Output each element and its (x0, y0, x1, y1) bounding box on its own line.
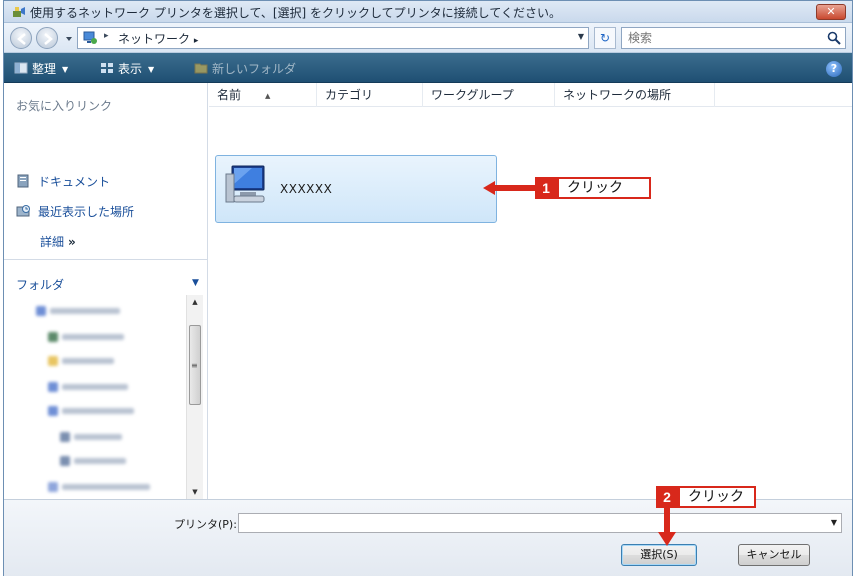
network-computer-item[interactable]: XXXXXX (215, 155, 497, 223)
back-arrow-icon (17, 33, 26, 45)
bottom-panel: プリンタ(P): ▼ 選択(S) キャンセル (4, 499, 852, 576)
sidebar-item-label: 最近表示した場所 (38, 205, 135, 219)
printer-field[interactable] (243, 514, 823, 532)
column-header-workgroup[interactable]: ワークグループ (423, 83, 555, 107)
scroll-up-icon[interactable]: ▲ (187, 295, 203, 309)
select-button[interactable]: 選択(S) (621, 544, 697, 566)
views-label: 表示 (118, 62, 143, 76)
search-input[interactable] (628, 30, 818, 46)
address-bar[interactable]: ▸ ネットワーク ▸ ▼ (77, 27, 589, 49)
printer-field-label: プリンタ(P): (174, 518, 237, 531)
close-button[interactable]: ✕ (816, 4, 846, 20)
refresh-icon: ↻ (599, 31, 611, 45)
dialog-title: 使用するネットワーク プリンタを選択して、[選択] をクリックしてプリンタに接続… (30, 6, 561, 20)
network-computer-icon (225, 165, 265, 203)
organize-menu[interactable]: 整理 ▼ (14, 60, 68, 76)
forward-arrow-icon (44, 33, 53, 45)
network-printer-icon (13, 7, 25, 17)
title-bar: 使用するネットワーク プリンタを選択して、[選択] をクリックしてプリンタに接続… (4, 1, 852, 23)
folders-heading[interactable]: フォルダ (16, 276, 64, 293)
cancel-button[interactable]: キャンセル (738, 544, 810, 566)
column-header-label: カテゴリ (325, 88, 374, 102)
column-headers: 名前 ▲ カテゴリ ワークグループ ネットワークの場所 (209, 83, 852, 107)
column-header-label: 名前 (217, 88, 242, 102)
folder-tree-scrollbar[interactable]: ▲ ≡ ▼ (186, 295, 203, 499)
breadcrumb-separator[interactable]: ▸ (104, 31, 109, 41)
navigation-pane: お気に入りリンク ドキュメント 最近表示した場所 詳細» フォルダ ▼ ▲ ≡ … (4, 83, 208, 499)
sort-ascending-icon: ▲ (265, 92, 271, 100)
content-pane: 名前 ▲ カテゴリ ワークグループ ネットワークの場所 XXXXXX (209, 83, 852, 499)
item-label: XXXXXX (280, 182, 333, 196)
more-chevron-icon: » (68, 235, 76, 249)
new-folder-button[interactable]: 新しいフォルダ (194, 60, 296, 76)
search-box[interactable] (621, 27, 846, 49)
organize-icon (14, 62, 28, 74)
more-label: 詳細 (40, 235, 65, 249)
chevron-down-icon[interactable]: ▼ (192, 278, 199, 288)
recent-places-icon (16, 205, 30, 217)
organize-label: 整理 (32, 62, 57, 76)
address-dropdown-icon[interactable]: ▼ (578, 32, 584, 41)
network-printer-dialog: 使用するネットワーク プリンタを選択して、[選択] をクリックしてプリンタに接続… (3, 0, 853, 576)
callout-label: クリック (557, 177, 651, 199)
sidebar-item-documents[interactable]: ドキュメント (16, 173, 110, 189)
callout-number: 1 (535, 177, 557, 199)
views-dropdown-icon: ▼ (148, 65, 155, 74)
scroll-grip-icon: ≡ (191, 361, 198, 370)
printer-combobox[interactable]: ▼ (238, 513, 842, 533)
refresh-button[interactable]: ↻ (594, 27, 616, 49)
new-folder-icon (194, 63, 208, 74)
network-location-icon (83, 31, 97, 44)
divider (4, 259, 207, 260)
views-icon (101, 63, 113, 73)
sidebar-item-label: ドキュメント (38, 175, 111, 189)
column-header-network-location[interactable]: ネットワークの場所 (555, 83, 715, 107)
column-header-name[interactable]: 名前 ▲ (209, 83, 317, 107)
views-menu[interactable]: 表示 ▼ (100, 60, 154, 76)
search-icon[interactable] (827, 31, 841, 45)
organize-dropdown-icon: ▼ (62, 65, 69, 74)
breadcrumb-trailing-separator: ▸ (193, 36, 199, 46)
callout-label: クリック (678, 486, 756, 508)
scroll-down-icon[interactable]: ▼ (187, 485, 203, 499)
address-row: ▸ ネットワーク ▸ ▼ ↻ (4, 23, 852, 53)
breadcrumb-network-label: ネットワーク (118, 32, 191, 46)
documents-icon (17, 174, 29, 188)
close-icon: ✕ (826, 5, 836, 18)
column-header-label: ネットワークの場所 (563, 88, 672, 102)
forward-button[interactable] (36, 27, 58, 49)
callout-arrow-down (658, 506, 676, 546)
printer-dropdown-icon[interactable]: ▼ (831, 518, 837, 527)
sidebar-item-recent-places[interactable]: 最近表示した場所 (16, 203, 134, 219)
command-bar: 整理 ▼ 表示 ▼ 新しいフォルダ ? (4, 53, 852, 83)
help-icon[interactable]: ? (826, 61, 842, 77)
back-button[interactable] (10, 27, 32, 49)
column-header-category[interactable]: カテゴリ (317, 83, 423, 107)
favorite-links-heading: お気に入りリンク (16, 99, 113, 113)
new-folder-label: 新しいフォルダ (212, 62, 297, 76)
breadcrumb-network[interactable]: ネットワーク ▸ (118, 30, 198, 47)
callout-number: 2 (656, 486, 678, 508)
folder-tree[interactable] (36, 301, 178, 497)
history-dropdown-icon[interactable] (65, 35, 73, 43)
callout-arrow-left (483, 181, 539, 195)
more-link[interactable]: 詳細» (40, 233, 76, 250)
column-header-label: ワークグループ (431, 88, 514, 102)
